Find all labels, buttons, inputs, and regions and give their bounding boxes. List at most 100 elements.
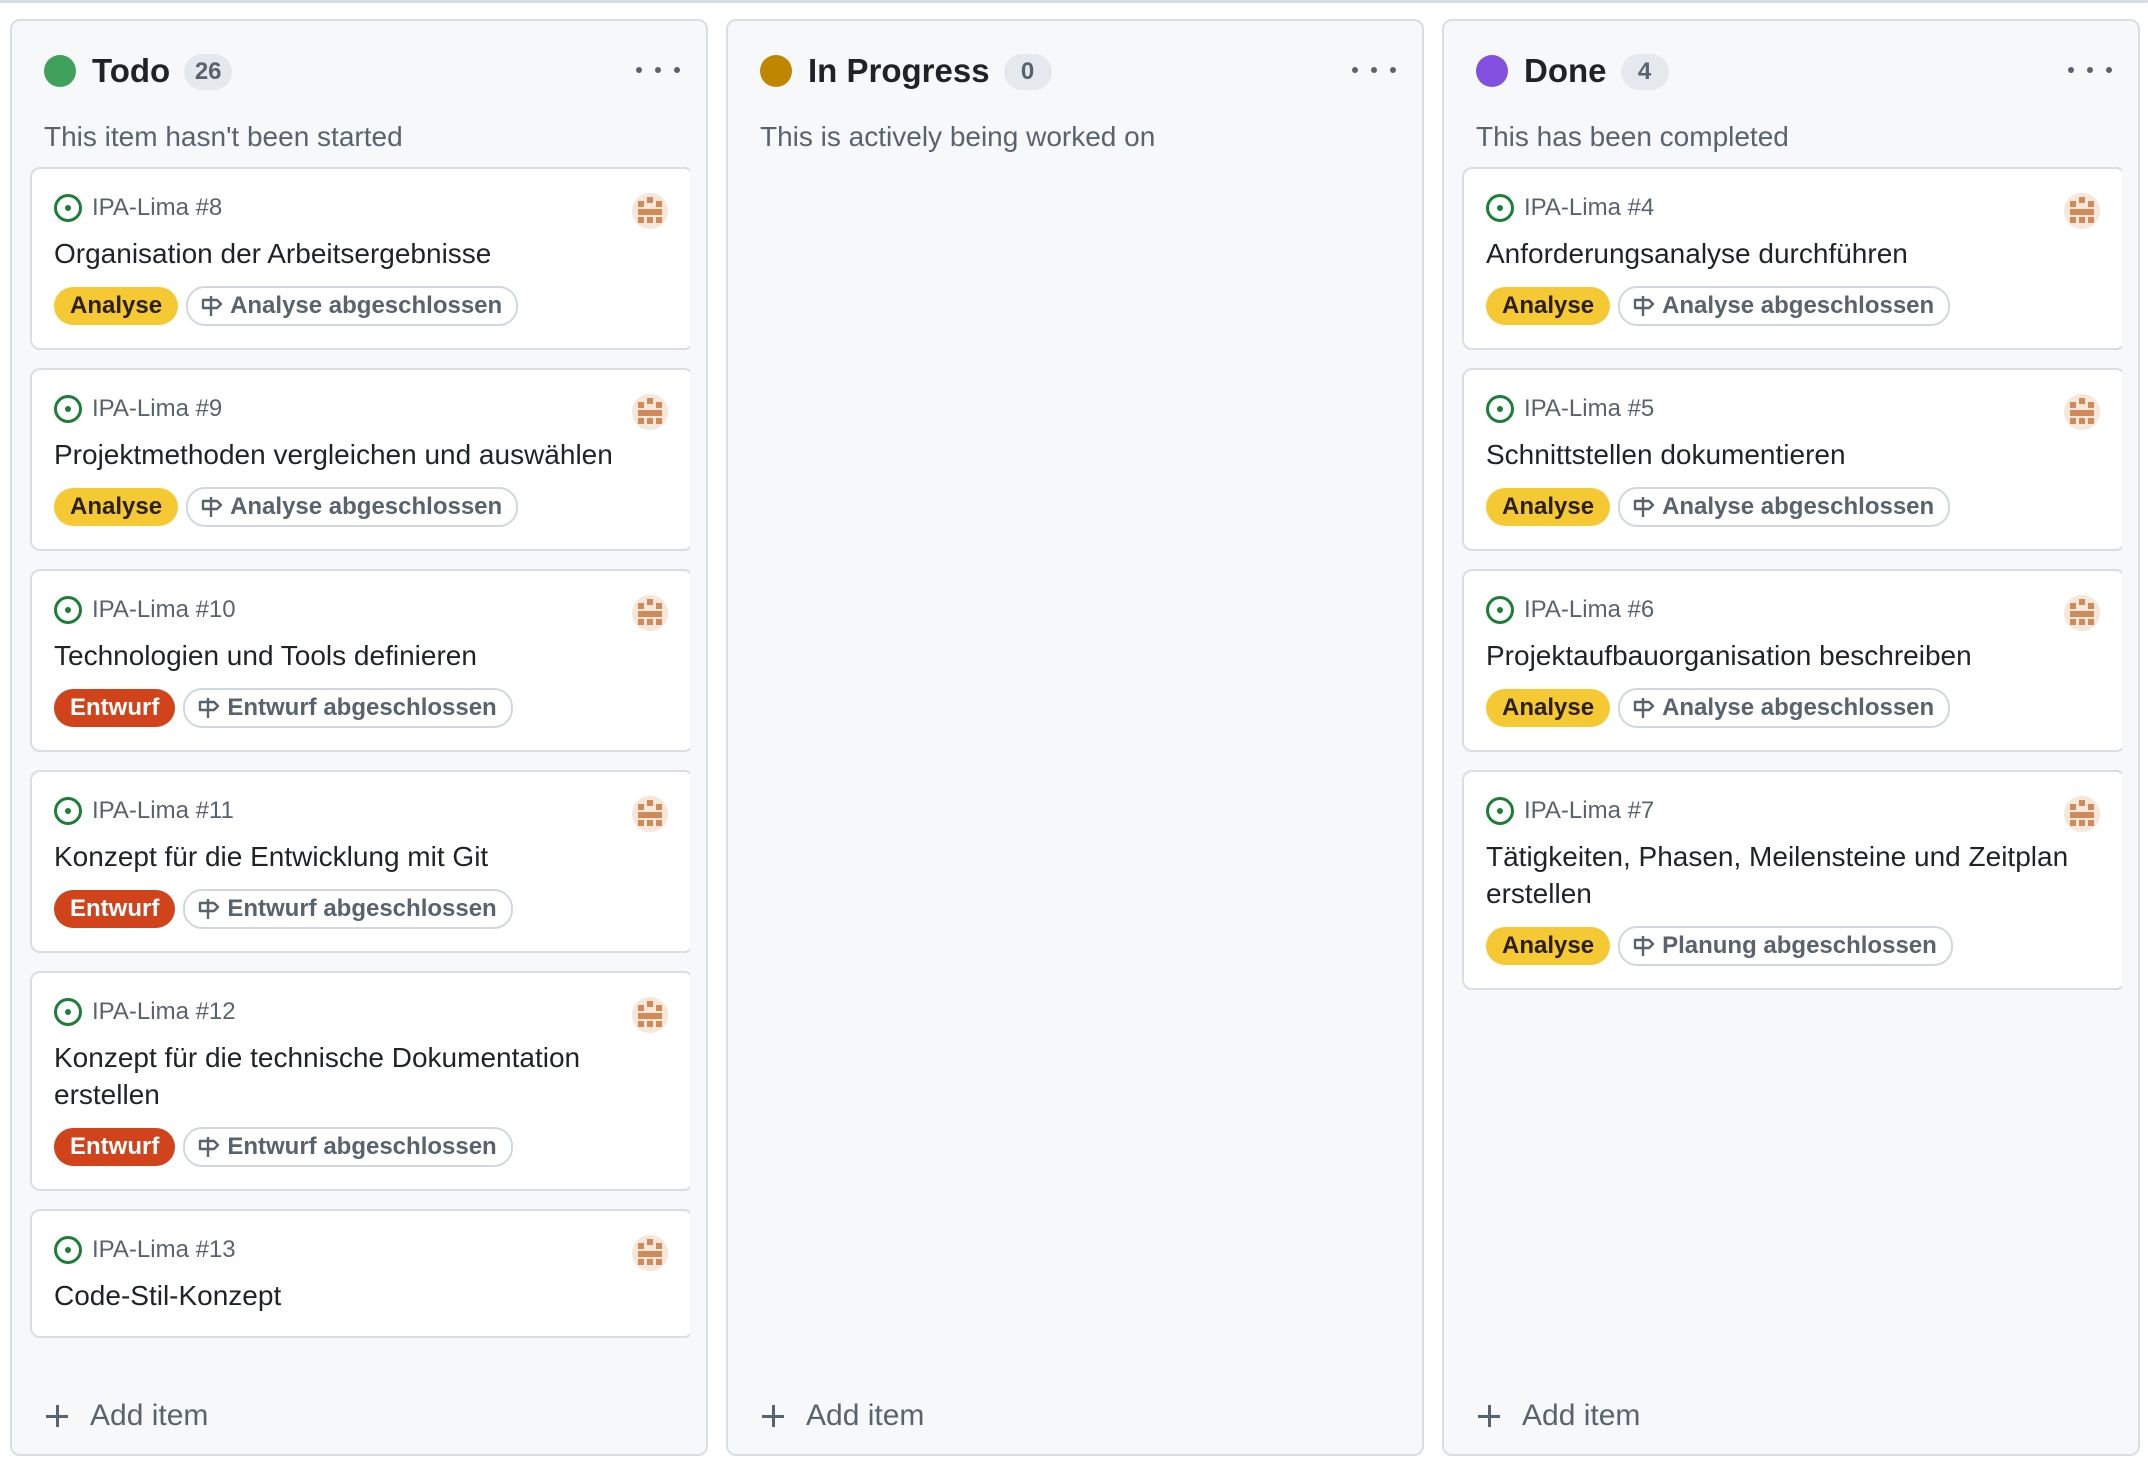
assignee-avatar[interactable] (632, 997, 668, 1033)
label-badge[interactable]: Analyse (1486, 689, 1611, 727)
issue-title[interactable]: Projektaufbauorganisation beschreiben (1486, 637, 2102, 674)
issue-reference[interactable]: IPA-Lima #10 (54, 593, 670, 627)
issue-open-icon (54, 1236, 82, 1264)
issue-title[interactable]: Anforderungsanalyse durchführen (1486, 235, 2102, 272)
milestone-badge[interactable]: Analyse abgeschlossen (186, 487, 519, 527)
column-menu-icon[interactable] (636, 55, 680, 85)
column-title: Todo 26 (92, 49, 233, 93)
issue-open-icon (1486, 194, 1514, 222)
milestone-badge[interactable]: Analyse abgeschlossen (1618, 487, 1951, 527)
label-badge[interactable]: Analyse (1486, 927, 1611, 965)
milestone-badge[interactable]: Analyse abgeschlossen (1618, 688, 1951, 728)
add-item-button[interactable]: Add item (762, 1396, 924, 1436)
issue-title[interactable]: Organisation der Arbeitsergebnisse (54, 235, 670, 272)
issue-card[interactable]: IPA-Lima #7 Tätigkeiten, Phasen, Meilenst… (1462, 770, 2122, 990)
column-menu-icon[interactable] (1352, 55, 1396, 85)
issue-reference[interactable]: IPA-Lima #8 (54, 191, 670, 225)
milestone-icon (1632, 495, 1662, 519)
issue-card[interactable]: IPA-Lima #4 Anforderungsanalyse durchführ… (1462, 167, 2122, 350)
item-count-badge: 0 (1003, 54, 1052, 90)
item-count-badge: 26 (184, 54, 233, 90)
issue-title[interactable]: Tätigkeiten, Phasen, Meilensteine und Ze… (1486, 838, 2102, 912)
add-item-button[interactable]: Add item (1478, 1396, 1640, 1436)
label-badge[interactable]: Entwurf (54, 689, 176, 727)
issue-open-icon (54, 998, 82, 1026)
milestone-badge[interactable]: Analyse abgeschlossen (1618, 286, 1951, 326)
card-list: IPA-Lima #4 Anforderungsanalyse durchführ… (1462, 167, 2122, 1376)
issue-title[interactable]: Konzept für die Entwicklung mit Git (54, 838, 670, 875)
status-dot-icon (44, 55, 76, 87)
issue-reference[interactable]: IPA-Lima #12 (54, 995, 670, 1029)
card-labels: Entwurf Entwurf abgeschlossen (54, 688, 670, 728)
assignee-avatar[interactable] (2064, 595, 2100, 631)
column-header: In Progress 0 This is actively being work… (728, 21, 1422, 152)
issue-open-icon (54, 395, 82, 423)
issue-card[interactable]: IPA-Lima #13 Code-Stil-Konzept (30, 1209, 690, 1338)
column-title: In Progress 0 (808, 49, 1052, 93)
milestone-badge[interactable]: Planung abgeschlossen (1618, 926, 1953, 966)
column-description: This is actively being worked on (760, 121, 1156, 152)
assignee-avatar[interactable] (2064, 193, 2100, 229)
milestone-icon (200, 294, 230, 318)
issue-card[interactable]: IPA-Lima #12 Konzept für die technische D… (30, 971, 690, 1191)
issue-card[interactable]: IPA-Lima #10 Technologien und Tools defin… (30, 569, 690, 752)
label-badge[interactable]: Entwurf (54, 890, 176, 928)
issue-title[interactable]: Technologien und Tools definieren (54, 637, 670, 674)
item-count-badge: 4 (1620, 54, 1669, 90)
column-menu-icon[interactable] (2068, 55, 2112, 85)
assignee-avatar[interactable] (632, 193, 668, 229)
assignee-avatar[interactable] (632, 1235, 668, 1271)
issue-card[interactable]: IPA-Lima #6 Projektaufbauorganisation bes… (1462, 569, 2122, 752)
card-labels: Entwurf Entwurf abgeschlossen (54, 1127, 670, 1167)
issue-title[interactable]: Projektmethoden vergleichen und auswähle… (54, 436, 670, 473)
milestone-icon (197, 897, 227, 921)
assignee-avatar[interactable] (632, 394, 668, 430)
card-labels: Analyse Analyse abgeschlossen (54, 487, 670, 527)
issue-title[interactable]: Schnittstellen dokumentieren (1486, 436, 2102, 473)
milestone-icon (1632, 294, 1662, 318)
issue-reference[interactable]: IPA-Lima #5 (1486, 392, 2102, 426)
milestone-badge[interactable]: Entwurf abgeschlossen (183, 1127, 513, 1167)
issue-reference[interactable]: IPA-Lima #7 (1486, 794, 2102, 828)
label-badge[interactable]: Analyse (54, 488, 179, 526)
card-list (746, 167, 1406, 1376)
issue-title[interactable]: Konzept für die technische Dokumentation… (54, 1039, 670, 1113)
milestone-badge[interactable]: Entwurf abgeschlossen (183, 688, 513, 728)
label-badge[interactable]: Analyse (54, 287, 179, 325)
issue-open-icon (54, 596, 82, 624)
label-badge[interactable]: Entwurf (54, 1128, 176, 1166)
card-list: IPA-Lima #8 Organisation der Arbeitsergeb… (30, 167, 690, 1376)
label-badge[interactable]: Analyse (1486, 287, 1611, 325)
column-header: Done 4 This has been completed (1444, 21, 2138, 152)
milestone-icon (200, 495, 230, 519)
label-badge[interactable]: Analyse (1486, 488, 1611, 526)
card-labels: Analyse Analyse abgeschlossen (1486, 286, 2102, 326)
issue-card[interactable]: IPA-Lima #11 Konzept für die Entwicklung … (30, 770, 690, 953)
milestone-icon (1632, 934, 1662, 958)
milestone-badge[interactable]: Entwurf abgeschlossen (183, 889, 513, 929)
assignee-avatar[interactable] (632, 796, 668, 832)
issue-title[interactable]: Code-Stil-Konzept (54, 1277, 670, 1314)
milestone-icon (197, 1135, 227, 1159)
issue-card[interactable]: IPA-Lima #5 Schnittstellen dokumentieren A… (1462, 368, 2122, 551)
column-done: Done 4 This has been completed IPA-Lima #… (1442, 19, 2140, 1456)
assignee-avatar[interactable] (2064, 394, 2100, 430)
issue-card[interactable]: IPA-Lima #8 Organisation der Arbeitsergeb… (30, 167, 690, 350)
add-item-button[interactable]: Add item (46, 1396, 208, 1436)
assignee-avatar[interactable] (2064, 796, 2100, 832)
assignee-avatar[interactable] (632, 595, 668, 631)
issue-card[interactable]: IPA-Lima #9 Projektmethoden vergleichen u… (30, 368, 690, 551)
issue-open-icon (1486, 596, 1514, 624)
card-labels: Analyse Analyse abgeschlossen (54, 286, 670, 326)
card-labels: Analyse Analyse abgeschlossen (1486, 487, 2102, 527)
milestone-badge[interactable]: Analyse abgeschlossen (186, 286, 519, 326)
issue-reference[interactable]: IPA-Lima #4 (1486, 191, 2102, 225)
issue-reference[interactable]: IPA-Lima #9 (54, 392, 670, 426)
milestone-icon (197, 696, 227, 720)
card-labels: Analyse Analyse abgeschlossen (1486, 688, 2102, 728)
issue-reference[interactable]: IPA-Lima #11 (54, 794, 670, 828)
issue-open-icon (1486, 797, 1514, 825)
plus-icon (1478, 1405, 1500, 1427)
issue-reference[interactable]: IPA-Lima #6 (1486, 593, 2102, 627)
issue-reference[interactable]: IPA-Lima #13 (54, 1233, 670, 1267)
